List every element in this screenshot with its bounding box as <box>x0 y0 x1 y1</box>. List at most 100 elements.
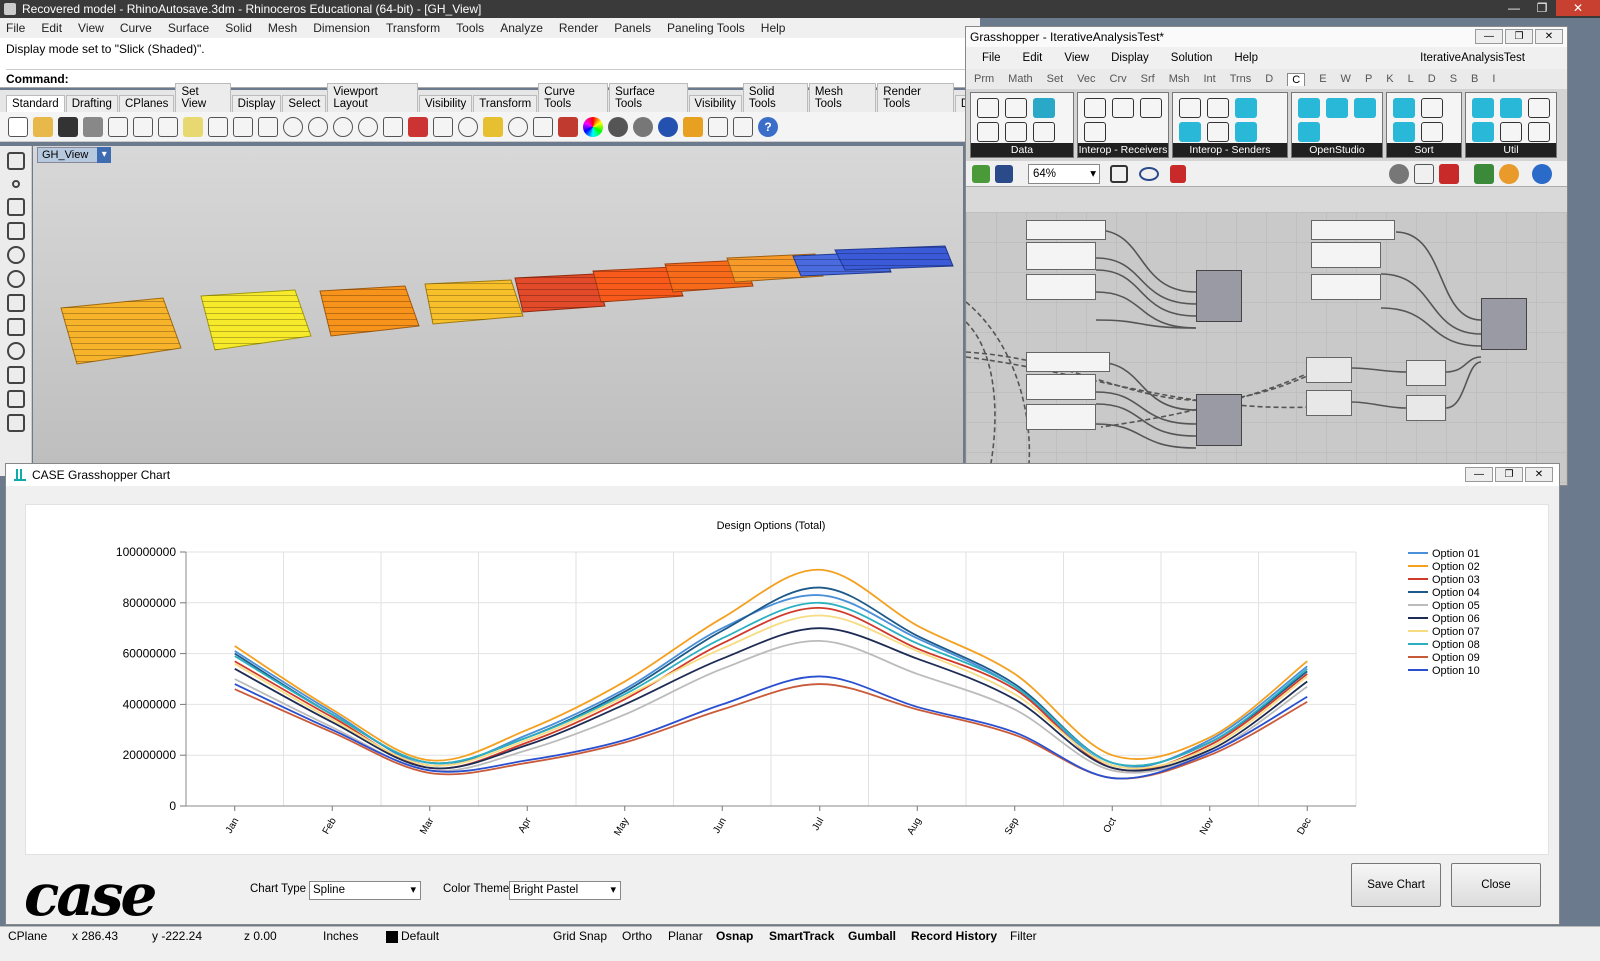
menu-view[interactable]: View <box>78 21 104 35</box>
menu-surface[interactable]: Surface <box>168 21 209 35</box>
osnap-icon[interactable] <box>458 116 478 137</box>
rectangle-tool-icon[interactable] <box>7 318 25 336</box>
zoom-extents-icon[interactable] <box>1110 164 1128 183</box>
menu-analyze[interactable]: Analyze <box>500 21 543 35</box>
rendered-icon[interactable] <box>633 116 653 137</box>
util-info-icon[interactable] <box>1528 98 1550 118</box>
light-icon[interactable] <box>508 116 528 137</box>
random-node-2[interactable] <box>1306 390 1352 416</box>
menu-paneling-tools[interactable]: Paneling Tools <box>667 21 745 35</box>
osnap-toggle[interactable]: Osnap <box>716 929 753 943</box>
record-history-toggle[interactable]: Record History <box>911 929 997 943</box>
sort-curve-icon[interactable] <box>1393 122 1415 142</box>
option-list-node[interactable] <box>1026 242 1096 270</box>
grid-icon[interactable] <box>433 116 453 137</box>
openstudio-cube-icon[interactable] <box>1354 98 1376 118</box>
import-icon[interactable] <box>108 116 128 137</box>
chart-close-icon[interactable]: ✕ <box>1525 467 1553 482</box>
smarttrack-toggle[interactable]: SmartTrack <box>769 929 834 943</box>
select-tool-icon[interactable] <box>7 152 25 170</box>
open-icon[interactable] <box>33 116 53 137</box>
random-node-1[interactable] <box>1306 357 1352 383</box>
gh-menu-view[interactable]: View <box>1064 52 1089 64</box>
car-icon[interactable] <box>408 116 428 137</box>
option-list-2-node[interactable] <box>1311 274 1381 300</box>
fly-node-2[interactable] <box>1406 395 1446 421</box>
option-list-3-node[interactable] <box>1026 374 1096 400</box>
cat-msh[interactable]: Msh <box>1169 73 1190 85</box>
gh-document-name[interactable]: IterativeAnalysisTest <box>1420 52 1525 64</box>
tab-drafting[interactable]: Drafting <box>65 95 118 112</box>
menu-transform[interactable]: Transform <box>386 21 440 35</box>
menu-help[interactable]: Help <box>761 21 786 35</box>
sort-cluster-icon[interactable] <box>1393 98 1415 118</box>
tab-set-view[interactable]: Set View <box>175 83 231 112</box>
chart-minimize-icon[interactable]: — <box>1465 467 1493 482</box>
filter-toggle[interactable]: Filter <box>1010 929 1037 943</box>
tab-solid-tools[interactable]: Solid Tools <box>742 83 808 112</box>
highlight-icon[interactable] <box>683 116 703 137</box>
cat-int[interactable]: Int <box>1203 73 1215 85</box>
zoom-selected-icon[interactable] <box>358 116 378 137</box>
gh-menu-file[interactable]: File <box>982 52 1001 64</box>
mesh-settings-icon[interactable] <box>1532 164 1552 184</box>
gh-menu-solution[interactable]: Solution <box>1171 52 1213 64</box>
shaded-icon[interactable] <box>608 116 628 137</box>
maximize-icon[interactable]: ❐ <box>1528 0 1556 16</box>
receiver-key-icon[interactable] <box>1112 98 1134 118</box>
tab-select[interactable]: Select <box>282 95 327 112</box>
ortho-toggle[interactable]: Ortho <box>622 929 652 943</box>
ellipse-tool-icon[interactable] <box>7 270 25 288</box>
chart-maximize-icon[interactable]: ❐ <box>1495 467 1523 482</box>
undo-icon[interactable] <box>208 116 228 137</box>
properties-icon[interactable] <box>733 116 753 137</box>
sender-surface-icon[interactable] <box>1235 122 1257 142</box>
line-tool-icon[interactable] <box>7 198 25 216</box>
gh-close-icon[interactable]: ✕ <box>1535 29 1563 44</box>
util-layers-icon[interactable] <box>1472 98 1494 118</box>
design-options-totals-node[interactable] <box>1311 220 1395 240</box>
viewport-layout-icon[interactable] <box>383 116 403 137</box>
menu-render[interactable]: Render <box>559 21 598 35</box>
lock-icon[interactable] <box>533 116 553 137</box>
csv-parse-icon[interactable] <box>977 122 999 142</box>
minimize-icon[interactable]: — <box>1500 0 1528 16</box>
design-options-heating-node[interactable] <box>1026 220 1106 240</box>
sun-icon[interactable] <box>483 116 503 137</box>
preview-eye-icon[interactable] <box>1139 166 1159 181</box>
material-icon[interactable] <box>558 116 578 137</box>
cat-math[interactable]: Math <box>1008 73 1032 85</box>
cat-l[interactable]: L <box>1408 73 1414 85</box>
chart-data-totals-node[interactable] <box>1481 298 1527 350</box>
cat-i[interactable]: I <box>1492 73 1495 85</box>
close-icon[interactable]: ✕ <box>1556 0 1600 16</box>
cat-prm[interactable]: Prm <box>974 73 994 85</box>
surface-tool-icon[interactable] <box>7 390 25 408</box>
grasshopper-canvas[interactable] <box>966 212 1567 485</box>
cat-w[interactable]: W <box>1341 73 1351 85</box>
design-options-cooling-node[interactable] <box>1026 352 1110 372</box>
options-icon[interactable] <box>708 116 728 137</box>
receiver-image-icon[interactable] <box>1084 122 1106 142</box>
openstudio-box-icon[interactable] <box>1326 98 1348 118</box>
chart-type-select[interactable]: Spline <box>309 881 421 900</box>
util-window-icon[interactable] <box>1500 122 1522 142</box>
tab-viewport-layout[interactable]: Viewport Layout <box>327 83 418 112</box>
openstudio-gear-icon[interactable] <box>1298 98 1320 118</box>
gh-menu-edit[interactable]: Edit <box>1023 52 1043 64</box>
chart-data-node[interactable] <box>1196 270 1242 322</box>
polygon-tool-icon[interactable] <box>7 294 25 312</box>
curve-tool-icon[interactable] <box>7 366 25 384</box>
menu-file[interactable]: File <box>6 21 25 35</box>
zoom-icon[interactable] <box>283 116 303 137</box>
close-button[interactable]: Close <box>1451 863 1541 907</box>
preview-selected-icon[interactable] <box>1439 164 1459 184</box>
zoom-extents-icon[interactable] <box>333 116 353 137</box>
render-icon[interactable] <box>658 116 678 137</box>
sketch-icon[interactable] <box>1170 164 1186 183</box>
gh-menu-display[interactable]: Display <box>1111 52 1149 64</box>
sort-list-icon[interactable] <box>1421 98 1443 118</box>
arc-tool-icon[interactable] <box>7 342 25 360</box>
print-icon[interactable] <box>83 116 103 137</box>
cat-d2[interactable]: D <box>1428 73 1436 85</box>
